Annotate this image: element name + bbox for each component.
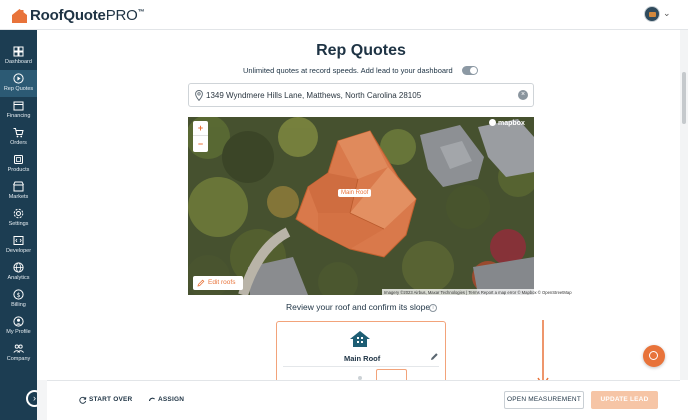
svg-text:$: $ [17, 292, 21, 299]
app-logo[interactable]: RoofQuotePRO™ [12, 7, 145, 24]
cart-icon [13, 128, 24, 138]
products-icon [14, 155, 23, 164]
sidebar-item-developer[interactable]: Developer [0, 232, 37, 259]
sidebar-item-products[interactable]: Products [0, 151, 37, 178]
sidebar-item-label: Markets [8, 194, 29, 200]
open-measurement-button[interactable]: OPEN MEASUREMENT [504, 391, 584, 409]
edit-roof-name-icon[interactable] [430, 352, 439, 361]
map-attribution: Imagery ©2023 Airbus, Maxar Technologies… [382, 289, 572, 296]
info-icon[interactable]: i [429, 304, 437, 312]
sidebar-item-label: My Profile [6, 329, 31, 335]
card-divider [283, 366, 439, 367]
assign-button[interactable]: ASSIGN [158, 396, 184, 403]
zoom-controls: + − [193, 121, 208, 152]
sidebar-item-label: Rep Quotes [3, 86, 34, 92]
mapbox-logo: mapbox [489, 119, 525, 127]
scroll-thumb[interactable] [682, 72, 686, 124]
sidebar-item-settings[interactable]: Settings [0, 205, 37, 232]
satellite-map[interactable] [188, 117, 534, 295]
sidebar: Dashboard Rep Quotes Financing Orders Produc… [0, 30, 37, 420]
pencil-icon [197, 279, 205, 287]
zoom-out-button[interactable]: − [193, 137, 208, 152]
calendar-icon [13, 101, 24, 111]
top-bar: RoofQuotePRO™ ⌄ [0, 0, 688, 30]
refresh-icon [79, 396, 87, 404]
sidebar-item-label: Billing [11, 302, 26, 308]
roof-label[interactable]: Main Roof [338, 189, 372, 197]
page-title: Rep Quotes [316, 42, 406, 59]
sidebar-item-label: Financing [6, 113, 31, 119]
sidebar-item-label: Dashboard [5, 59, 32, 65]
sidebar-item-my-profile[interactable]: My Profile [0, 313, 37, 340]
code-icon [13, 236, 24, 245]
sidebar-item-label: Products [7, 167, 30, 173]
chevron-down-icon[interactable]: ⌄ [663, 8, 671, 19]
house-icon [350, 331, 370, 347]
sidebar-item-dashboard[interactable]: Dashboard [0, 43, 37, 70]
avatar[interactable] [644, 6, 660, 22]
brand-name: RoofQuotePRO™ [30, 7, 145, 24]
review-title: Review your roof and confirm its slope [286, 302, 431, 312]
globe-icon [13, 262, 24, 273]
dashboard-icon [13, 46, 24, 57]
page-subtitle: Unlimited quotes at record speeds. Add l… [243, 66, 453, 75]
sidebar-item-rep-quotes[interactable]: Rep Quotes [0, 70, 37, 97]
sidebar-item-analytics[interactable]: Analytics [0, 259, 37, 286]
store-icon [13, 181, 24, 192]
sidebar-item-label: Orders [10, 140, 27, 146]
update-lead-button[interactable]: UPDATE LEAD [591, 391, 658, 409]
sidebar-item-company[interactable]: Company [0, 340, 37, 367]
user-icon [13, 316, 24, 327]
roof-name: Main Roof [344, 354, 381, 363]
clear-icon[interactable]: × [518, 90, 528, 100]
sidebar-item-financing[interactable]: Financing [0, 97, 37, 124]
dollar-icon: $ [13, 289, 24, 300]
assign-icon [149, 397, 155, 402]
play-circle-icon [13, 73, 24, 84]
map-pin-icon [195, 90, 203, 101]
sidebar-item-label: Developer [5, 248, 32, 254]
users-icon [13, 344, 24, 353]
sidebar-item-label: Analytics [7, 275, 30, 281]
footer-bar [47, 380, 680, 420]
sidebar-item-markets[interactable]: Markets [0, 178, 37, 205]
start-over-button[interactable]: START OVER [89, 396, 132, 403]
sidebar-item-billing[interactable]: $ Billing [0, 286, 37, 313]
house-logo-icon [12, 8, 27, 23]
sidebar-item-label: Company [6, 356, 31, 362]
address-search-field[interactable]: 1349 Wyndmere Hills Lane, Matthews, Nort… [188, 83, 534, 107]
gear-icon [13, 208, 24, 219]
chevron-right-icon: › [33, 393, 36, 403]
address-input[interactable]: 1349 Wyndmere Hills Lane, Matthews, Nort… [206, 91, 421, 100]
zoom-in-button[interactable]: + [193, 121, 208, 136]
scrollbar[interactable] [680, 30, 688, 380]
sidebar-item-label: Settings [8, 221, 29, 227]
help-button[interactable] [643, 345, 665, 367]
add-lead-toggle[interactable] [462, 66, 478, 75]
sidebar-item-orders[interactable]: Orders [0, 124, 37, 151]
